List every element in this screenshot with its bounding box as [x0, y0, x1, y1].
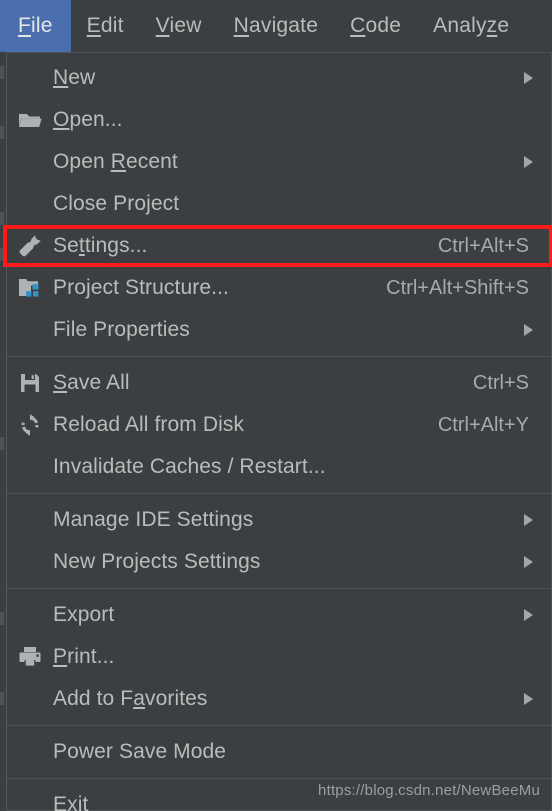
file-menu-popup: New Open... Open Recent Close Project Settin…: [3, 52, 552, 811]
menu-item-label: Invalidate Caches / Restart...: [53, 455, 326, 478]
stripe-button-2[interactable]: [0, 126, 4, 139]
submenu-arrow-icon: [524, 514, 533, 526]
menu-item-new-projects-settings[interactable]: New Projects Settings: [7, 541, 551, 583]
menu-item-new[interactable]: New: [7, 57, 551, 99]
stripe-button-7[interactable]: [0, 692, 4, 705]
menu-item-label: Reload All from Disk: [53, 413, 245, 436]
menu-item-icon-slot: [7, 183, 53, 225]
menu-item-manage-ide-settings[interactable]: Manage IDE Settings: [7, 499, 551, 541]
menu-item-settings[interactable]: Settings... Ctrl+Alt+S: [3, 225, 552, 267]
menu-item-icon-slot: [7, 499, 53, 541]
menubar-item-file[interactable]: File: [0, 0, 71, 52]
menu-item-reload-all-from-disk[interactable]: Reload All from Disk Ctrl+Alt+Y: [7, 404, 551, 446]
submenu-arrow-icon: [524, 324, 533, 336]
menu-separator: [7, 778, 551, 779]
menu-item-label: Save All: [53, 371, 130, 394]
folder-icon: [18, 110, 42, 130]
menu-item-icon-slot: [7, 446, 53, 488]
menu-item-label: Open Recent: [53, 150, 178, 173]
menu-item-label: File Properties: [53, 318, 190, 341]
menu-item-icon-slot: [7, 404, 53, 446]
project-structure-icon: [18, 277, 42, 299]
menu-item-project-structure[interactable]: Project Structure... Ctrl+Alt+Shift+S: [7, 267, 551, 309]
menu-separator: [7, 725, 551, 726]
menu-item-open-recent[interactable]: Open Recent: [7, 141, 551, 183]
wrench-icon: [17, 233, 43, 259]
menu-item-shortcut: Ctrl+Alt+S: [437, 234, 529, 257]
menu-item-icon-slot: [7, 784, 53, 811]
menu-item-label: Settings...: [53, 234, 148, 257]
menu-item-close-project[interactable]: Close Project: [7, 183, 551, 225]
menu-separator: [7, 356, 551, 357]
menu-item-label: New Projects Settings: [53, 550, 261, 573]
menu-item-file-properties[interactable]: File Properties: [7, 309, 551, 351]
menubar-item-navigate[interactable]: Navigate: [218, 0, 335, 52]
menu-item-save-all[interactable]: Save All Ctrl+S: [7, 362, 551, 404]
menubar-item-edit[interactable]: Edit: [71, 0, 140, 52]
menu-item-icon-slot: [7, 636, 53, 678]
menubar-item-label: Navigate: [233, 14, 319, 37]
stripe-button-1[interactable]: [0, 66, 4, 79]
submenu-arrow-icon: [524, 693, 533, 705]
watermark-text: https://blog.csdn.net/NewBeeMu: [318, 782, 540, 799]
menu-item-add-to-favorites[interactable]: Add to Favorites: [7, 678, 551, 720]
submenu-arrow-icon: [524, 72, 533, 84]
menu-separator: [7, 588, 551, 589]
menu-item-label: Print...: [53, 645, 115, 668]
stripe-button-4[interactable]: [0, 248, 4, 261]
menu-item-icon-slot: [7, 225, 53, 267]
stripe-button-5[interactable]: [0, 437, 4, 450]
printer-icon: [18, 646, 42, 668]
menubar-item-label: View: [155, 14, 202, 37]
submenu-arrow-icon: [524, 609, 533, 621]
menubar-item-label: Code: [350, 14, 402, 37]
menu-item-icon-slot: [7, 57, 53, 99]
menu-item-label: Open...: [53, 108, 123, 131]
menu-item-print[interactable]: Print...: [7, 636, 551, 678]
menu-item-label: Manage IDE Settings: [53, 508, 254, 531]
menu-separator: [7, 493, 551, 494]
stripe-button-3[interactable]: [0, 212, 4, 225]
menu-item-export[interactable]: Export: [7, 594, 551, 636]
menu-bar: File Edit View Navigate Code Analyze: [0, 0, 552, 52]
menubar-item-view[interactable]: View: [140, 0, 218, 52]
save-icon: [19, 372, 41, 394]
menu-item-icon-slot: [7, 141, 53, 183]
menu-item-label: Project Structure...: [53, 276, 229, 299]
menu-item-label: Power Save Mode: [53, 740, 227, 763]
menu-item-shortcut: Ctrl+S: [472, 371, 529, 394]
menu-item-icon-slot: [7, 309, 53, 351]
menu-item-icon-slot: [7, 99, 53, 141]
menu-item-label: Add to Favorites: [53, 687, 208, 710]
menu-item-icon-slot: [7, 541, 53, 583]
menu-item-invalidate-caches[interactable]: Invalidate Caches / Restart...: [7, 446, 551, 488]
menubar-item-code[interactable]: Code: [334, 0, 417, 52]
menu-item-icon-slot: [7, 731, 53, 773]
menu-item-icon-slot: [7, 362, 53, 404]
menu-item-shortcut: Ctrl+Alt+Y: [437, 413, 529, 436]
menu-item-label: Export: [53, 603, 115, 626]
menu-item-label: Close Project: [53, 192, 180, 215]
ide-screen: File Edit View Navigate Code Analyze New Open.…: [0, 0, 552, 811]
menu-item-label: Exit: [53, 793, 89, 811]
menubar-item-label: File: [18, 14, 53, 37]
submenu-arrow-icon: [524, 156, 533, 168]
refresh-icon: [18, 413, 42, 437]
menu-item-icon-slot: [7, 594, 53, 636]
menubar-item-label: Edit: [86, 14, 124, 37]
menu-item-icon-slot: [7, 267, 53, 309]
menu-item-open[interactable]: Open...: [7, 99, 551, 141]
stripe-button-6[interactable]: [0, 612, 4, 625]
menubar-item-analyze[interactable]: Analyze: [417, 0, 525, 52]
menu-item-icon-slot: [7, 678, 53, 720]
menu-item-power-save-mode[interactable]: Power Save Mode: [7, 731, 551, 773]
submenu-arrow-icon: [524, 556, 533, 568]
menubar-item-label: Analyze: [433, 14, 510, 37]
menu-item-shortcut: Ctrl+Alt+Shift+S: [386, 276, 529, 299]
menu-item-label: New: [53, 66, 96, 89]
